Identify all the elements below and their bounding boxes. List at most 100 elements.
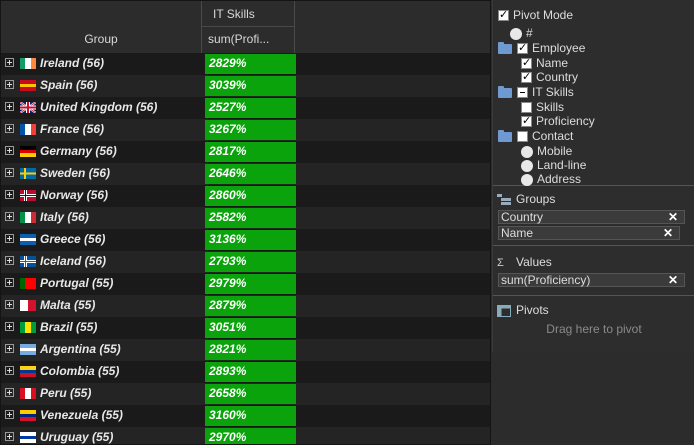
expand-icon[interactable] [5,278,14,287]
itskills-column-group-header[interactable]: IT Skills [202,1,295,27]
column-address[interactable]: Address [521,172,581,186]
sum-proficiency-cell[interactable]: 2970% [205,428,296,444]
employee-checkbox[interactable] [517,41,528,55]
table-row[interactable]: Sweden (56) 2646% [1,163,490,185]
folder-icon[interactable] [498,85,512,98]
folder-icon[interactable] [498,129,512,142]
sum-proficiency-cell[interactable]: 3267% [205,120,296,140]
pivots-section[interactable]: Pivots Drag here to pivot [493,296,694,352]
column-mobile[interactable]: Mobile [521,144,572,158]
sum-proficiency-cell[interactable]: 3160% [205,406,296,426]
iceland-flag-icon [20,256,36,267]
column-hash[interactable]: # [510,26,533,40]
group-label: Portugal (55) [40,276,114,290]
table-row[interactable]: Spain (56) 3039% [1,75,490,97]
remove-icon[interactable]: ✕ [668,211,678,223]
table-row[interactable]: Ireland (56) 2829% [1,53,490,75]
mobile-radio[interactable] [521,145,533,158]
table-row[interactable]: Norway (56) 2860% [1,185,490,207]
table-row[interactable]: Portugal (55) 2979% [1,273,490,295]
sum-proficiency-cell[interactable]: 2582% [205,208,296,228]
value-pill-sum-proficiency[interactable]: sum(Proficiency) ✕ [498,273,685,287]
group-column-header[interactable]: Group [1,1,202,53]
sum-proficiency-value: 2527% [209,100,247,114]
expand-icon[interactable] [5,388,14,397]
table-row[interactable]: Brazil (55) 3051% [1,317,490,339]
table-row[interactable]: Iceland (56) 2793% [1,251,490,273]
table-row[interactable]: Peru (55) 2658% [1,383,490,405]
column-country[interactable]: Country [521,70,578,84]
expand-icon[interactable] [5,432,14,441]
expand-icon[interactable] [5,124,14,133]
group-pill-name[interactable]: Name ✕ [498,226,680,240]
sum-proficiency-cell[interactable]: 3039% [205,76,296,96]
sum-proficiency-cell[interactable]: 2793% [205,252,296,272]
ireland-flag-icon [20,58,36,69]
expand-icon[interactable] [5,410,14,419]
table-row[interactable]: Venezuela (55) 3160% [1,405,490,427]
table-row[interactable]: Greece (56) 3136% [1,229,490,251]
column-landline[interactable]: Land-line [521,158,586,172]
table-row[interactable]: France (56) 3267% [1,119,490,141]
folder-icon[interactable] [498,41,512,54]
table-row[interactable]: Malta (55) 2879% [1,295,490,317]
sum-proficiency-cell[interactable]: 2821% [205,340,296,360]
expand-icon[interactable] [5,146,14,155]
sum-proficiency-cell[interactable]: 3051% [205,318,296,338]
group-label: Venezuela (55) [40,408,123,422]
column-name[interactable]: Name [521,56,568,70]
expand-icon[interactable] [5,366,14,375]
group-pill-country[interactable]: Country ✕ [498,210,685,224]
contact-checkbox[interactable] [517,131,528,143]
column-group-employee[interactable]: Employee [498,41,585,55]
column-skills[interactable]: Skills [521,100,564,114]
proficiency-checkbox[interactable] [521,114,532,128]
expand-icon[interactable] [5,190,14,199]
table-row[interactable]: Argentina (55) 2821% [1,339,490,361]
column-hash-radio[interactable] [510,27,522,40]
itskills-checkbox[interactable] [517,87,528,99]
sum-proficiency-cell[interactable]: 2527% [205,98,296,118]
expand-icon[interactable] [5,58,14,67]
name-checkbox[interactable] [521,56,532,70]
landline-radio[interactable] [521,159,533,172]
remove-icon[interactable]: ✕ [668,274,678,286]
expand-icon[interactable] [5,344,14,353]
sum-proficiency-cell[interactable]: 2829% [205,54,296,74]
country-checkbox[interactable] [521,70,532,84]
sum-proficiency-value: 2793% [209,254,247,268]
column-group-itskills[interactable]: IT Skills [498,85,574,99]
column-proficiency[interactable]: Proficiency [521,114,595,128]
expand-icon[interactable] [5,300,14,309]
table-row[interactable]: Italy (56) 2582% [1,207,490,229]
expand-icon[interactable] [5,256,14,265]
address-radio[interactable] [521,173,533,186]
sum-proficiency-cell[interactable]: 2879% [205,296,296,316]
expand-icon[interactable] [5,80,14,89]
sum-proficiency-cell[interactable]: 2979% [205,274,296,294]
france-flag-icon [20,124,36,135]
group-label: Uruguay (55) [40,430,114,444]
sum-proficiency-cell[interactable]: 2646% [205,164,296,184]
expand-icon[interactable] [5,102,14,111]
sum-proficiency-column-header[interactable]: sum(Profi... [202,27,295,53]
expand-icon[interactable] [5,322,14,331]
expand-icon[interactable] [5,168,14,177]
expand-icon[interactable] [5,234,14,243]
table-row[interactable]: Uruguay (55) 2970% [1,427,490,444]
sum-proficiency-cell[interactable]: 2658% [205,384,296,404]
column-group-contact[interactable]: Contact [498,129,573,143]
sum-proficiency-cell[interactable]: 2817% [205,142,296,162]
pivot-mode-toggle[interactable]: Pivot Mode [498,8,573,22]
group-column-header-label: Group [84,32,118,46]
pivot-mode-checkbox[interactable] [498,8,509,22]
sum-proficiency-cell[interactable]: 3136% [205,230,296,250]
table-row[interactable]: United Kingdom (56) 2527% [1,97,490,119]
remove-icon[interactable]: ✕ [663,227,673,239]
table-row[interactable]: Germany (56) 2817% [1,141,490,163]
table-row[interactable]: Colombia (55) 2893% [1,361,490,383]
sum-proficiency-cell[interactable]: 2893% [205,362,296,382]
expand-icon[interactable] [5,212,14,221]
skills-checkbox[interactable] [521,102,532,114]
sum-proficiency-cell[interactable]: 2860% [205,186,296,206]
